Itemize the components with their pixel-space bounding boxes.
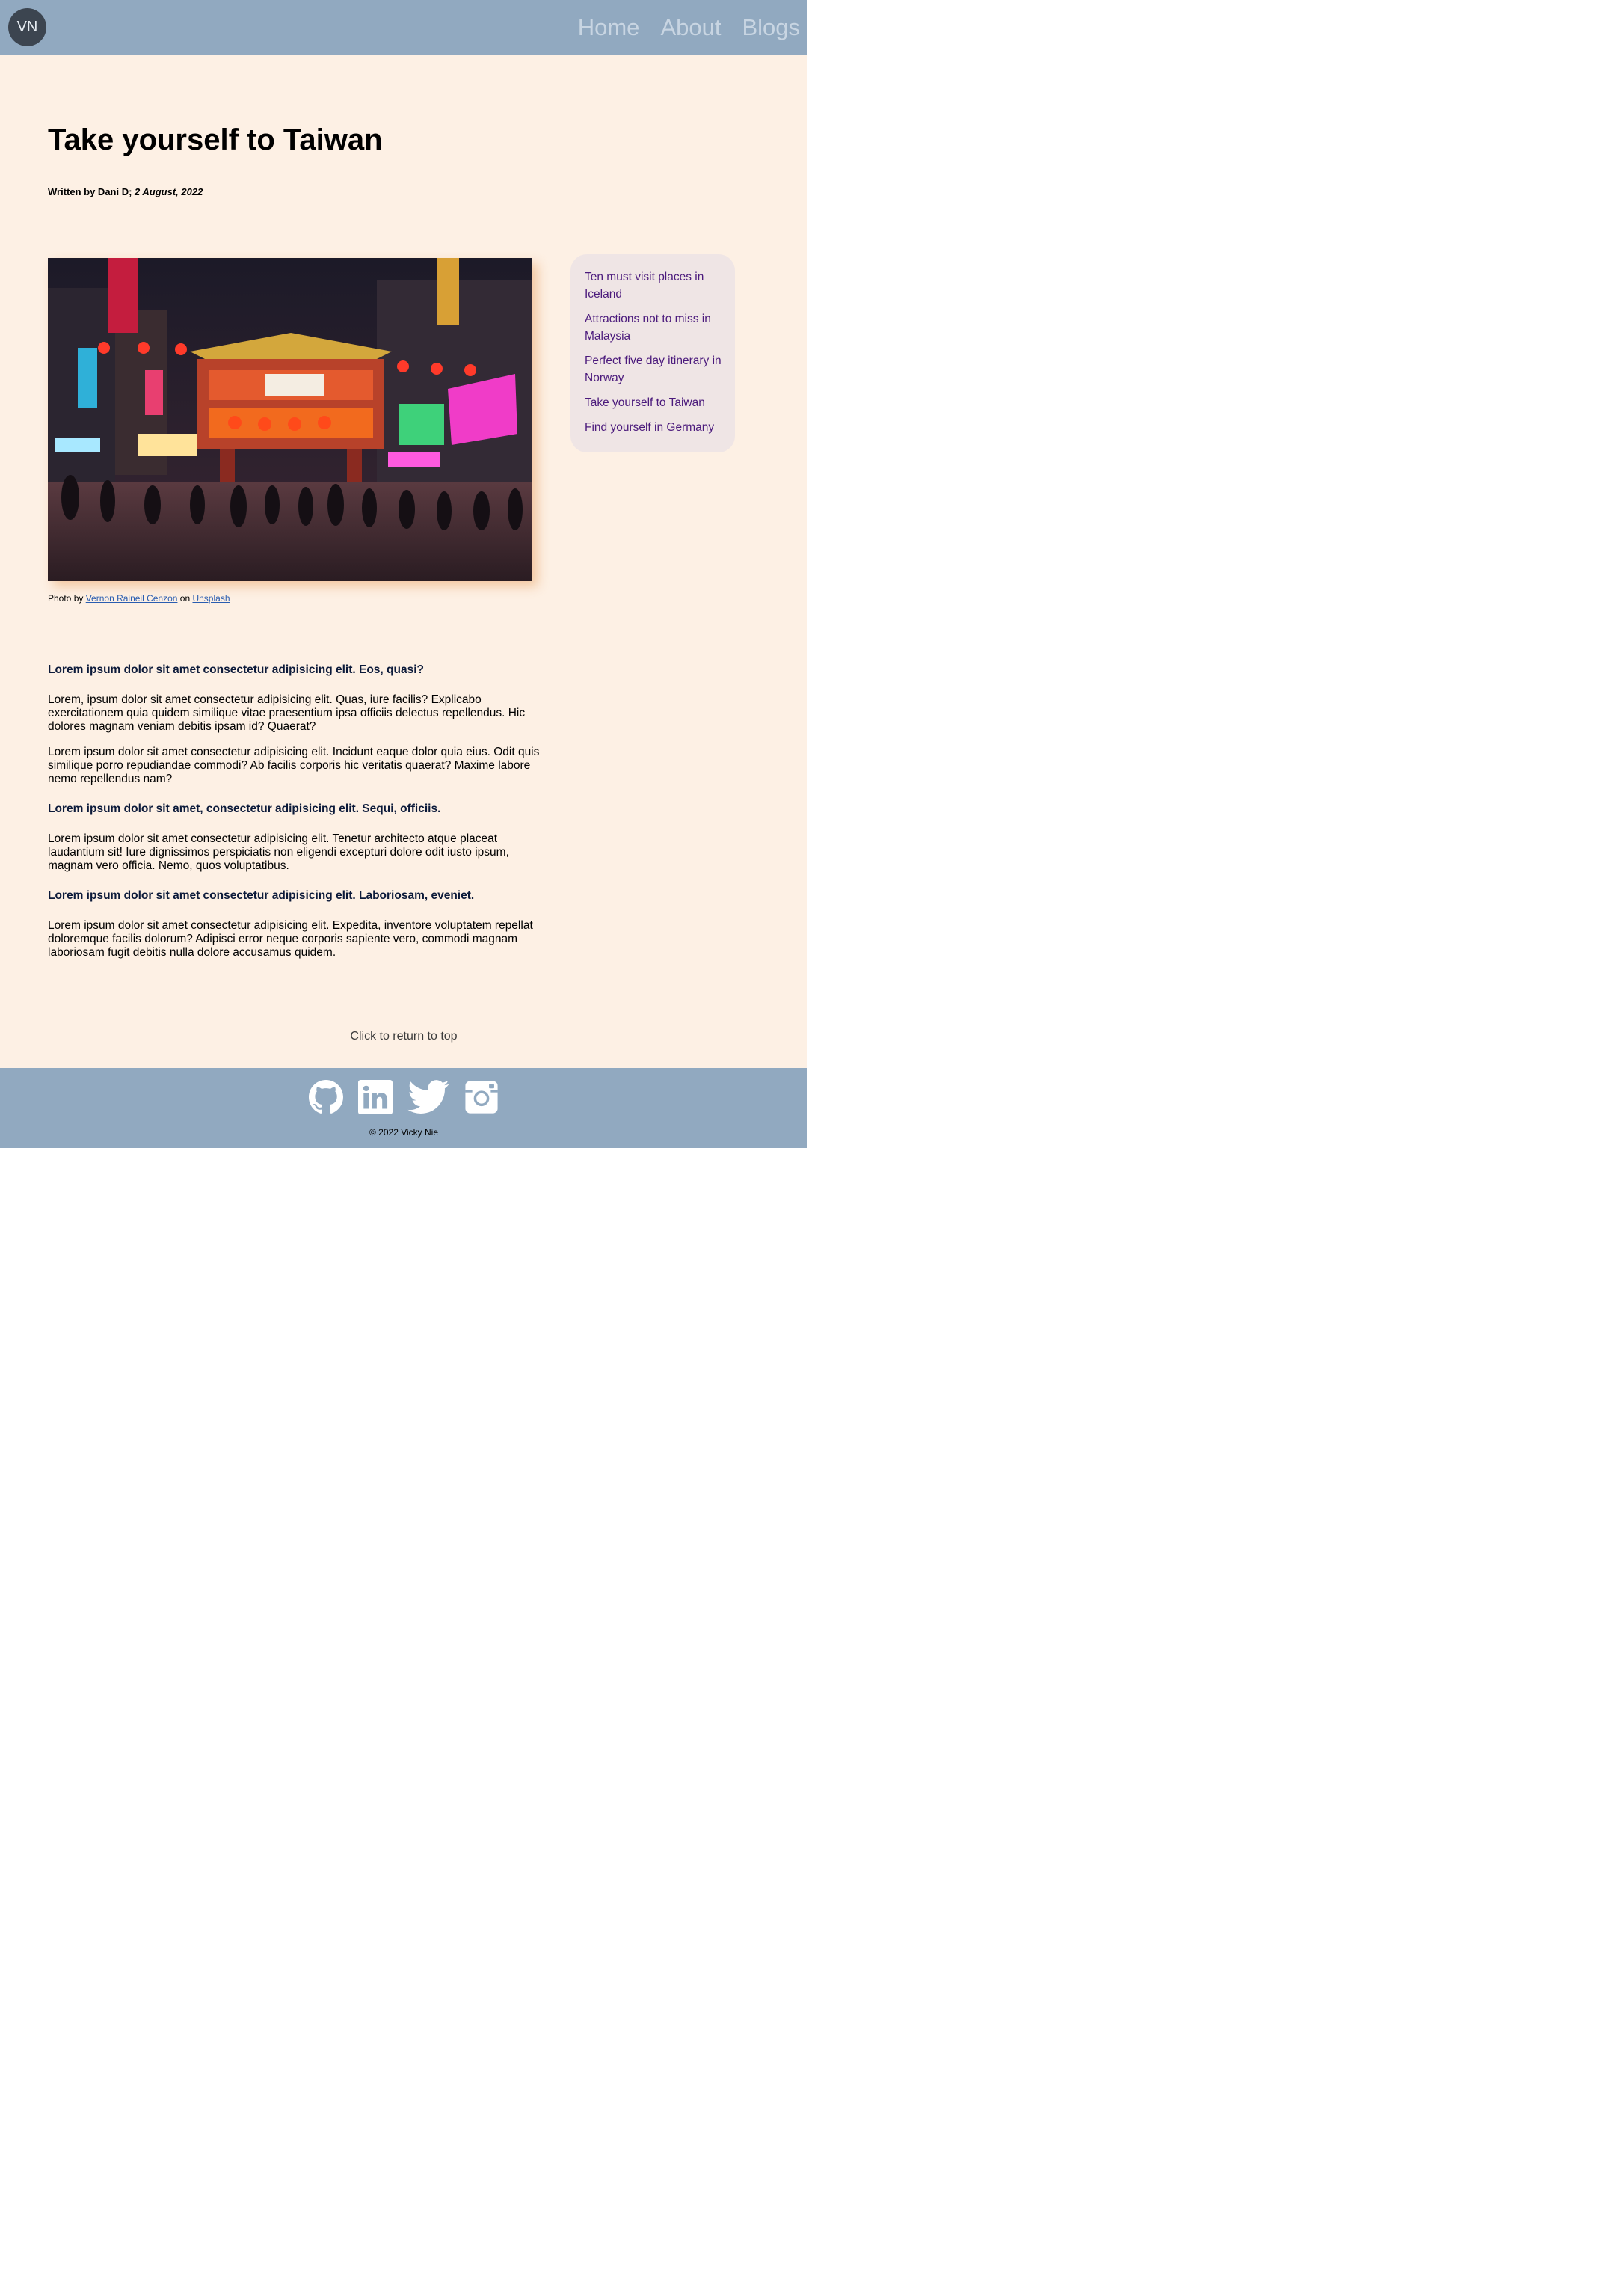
github-icon[interactable]	[309, 1080, 343, 1114]
copyright-text: © 2022 Vicky Nie	[369, 1127, 438, 1138]
caption-middle: on	[177, 593, 193, 604]
byline-author: Written by Dani D;	[48, 186, 135, 197]
night-market-gate-photo	[48, 258, 532, 581]
twitter-icon[interactable]	[407, 1080, 449, 1114]
sidebar-link-norway[interactable]: Perfect five day itinerary in Norway	[585, 352, 722, 387]
footer: © 2022 Vicky Nie	[0, 1068, 808, 1148]
section-heading: Lorem ipsum dolor sit amet consectetur a…	[48, 663, 424, 676]
byline-date: 2 August, 2022	[135, 186, 203, 197]
paragraph: Lorem, ipsum dolor sit amet consectetur …	[48, 693, 526, 733]
social-links	[0, 1080, 808, 1114]
sidebar-link-germany[interactable]: Find yourself in Germany	[585, 419, 722, 436]
hero-photo	[48, 258, 532, 581]
main-nav: Home About Blogs	[578, 0, 800, 55]
section-heading: Lorem ipsum dolor sit amet, consectetur …	[48, 802, 441, 815]
post-body: Lorem ipsum dolor sit amet consectetur a…	[48, 663, 549, 960]
post-title: Take yourself to Taiwan	[48, 123, 383, 156]
section-heading: Lorem ipsum dolor sit amet consectetur a…	[48, 889, 475, 902]
related-posts-sidebar: Ten must visit places in Iceland Attract…	[570, 254, 735, 452]
paragraph: Lorem ipsum dolor sit amet consectetur a…	[48, 919, 533, 959]
nav-link-home[interactable]: Home	[578, 14, 640, 41]
photographer-link[interactable]: Vernon Raineil Cenzon	[86, 593, 178, 604]
instagram-icon[interactable]	[464, 1080, 499, 1114]
caption-prefix: Photo by	[48, 593, 86, 604]
nav-link-blogs[interactable]: Blogs	[742, 14, 800, 41]
paragraph: Lorem ipsum dolor sit amet consectetur a…	[48, 832, 509, 872]
post-byline: Written by Dani D; 2 August, 2022	[48, 186, 203, 197]
navbar: VN Home About Blogs	[0, 0, 808, 55]
page: VN Home About Blogs Take yourself to Tai…	[0, 0, 808, 1148]
sidebar-link-iceland[interactable]: Ten must visit places in Iceland	[585, 268, 722, 303]
sidebar-link-taiwan[interactable]: Take yourself to Taiwan	[585, 394, 722, 411]
site-logo[interactable]: VN	[8, 8, 46, 46]
return-to-top-link[interactable]: Click to return to top	[0, 1030, 808, 1043]
photo-caption: Photo by Vernon Raineil Cenzon on Unspla…	[48, 593, 230, 604]
unsplash-link[interactable]: Unsplash	[192, 593, 230, 604]
linkedin-icon[interactable]	[358, 1080, 393, 1114]
sidebar-link-malaysia[interactable]: Attractions not to miss in Malaysia	[585, 310, 722, 345]
nav-link-about[interactable]: About	[660, 14, 721, 41]
paragraph: Lorem ipsum dolor sit amet consectetur a…	[48, 746, 540, 785]
